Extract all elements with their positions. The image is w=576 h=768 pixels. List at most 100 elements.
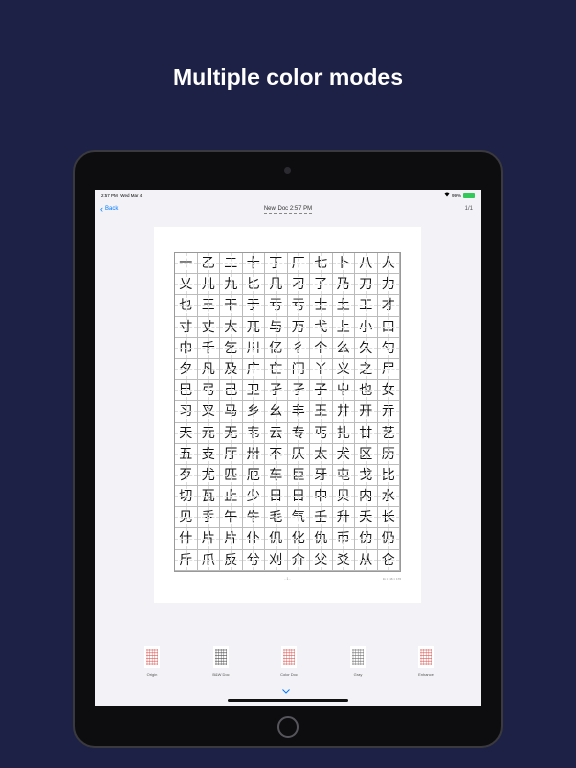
grid-cell: 片	[197, 528, 220, 550]
grid-cell: 毛	[265, 507, 288, 529]
grid-cell: 大	[220, 316, 243, 338]
grid-cell: 升	[332, 507, 355, 529]
grid-cell: 幺	[265, 401, 288, 423]
grid-cell: 比	[377, 464, 400, 487]
grid-cell: 干	[220, 295, 243, 317]
grid-cell: 也	[355, 380, 378, 402]
grid-cell: 支	[197, 443, 220, 465]
grid-cell: 兀	[242, 316, 265, 338]
grid-cell: 亏	[287, 295, 310, 317]
grid-cell: 片	[220, 528, 243, 550]
grid-row: 见手午牛毛气壬升夭长	[175, 507, 400, 529]
grid-cell: 于	[242, 295, 265, 317]
grid-cell: 丰	[287, 401, 310, 423]
grid-row: 寸丈大兀与万弋上小口	[175, 316, 400, 338]
home-button[interactable]	[277, 716, 299, 738]
mode-thumbnail	[418, 646, 434, 668]
grid-cell: 凡	[197, 358, 220, 381]
grid-row: 一乙二十丁厂七卜八人	[175, 253, 400, 275]
grid-cell: 水	[377, 486, 400, 508]
grid-cell: 寸	[175, 316, 198, 338]
grid-cell: 气	[287, 507, 310, 529]
grid-cell: 从	[355, 549, 378, 571]
grid-cell: 么	[332, 337, 355, 359]
grid-cell: 门	[287, 358, 310, 381]
grid-cell: 乂	[175, 274, 198, 296]
mode-option[interactable]: Color Doc	[269, 646, 309, 677]
wifi-icon	[444, 192, 450, 198]
grid-cell: 川	[242, 337, 265, 359]
grid-cell: 仉	[265, 528, 288, 550]
mode-option[interactable]: Origin	[132, 646, 172, 677]
mode-option[interactable]: Gray	[338, 646, 378, 677]
grid-cell: 无	[220, 422, 243, 444]
grid-cell: 了	[310, 274, 333, 296]
grid-cell: 女	[377, 380, 400, 402]
grid-cell: 义	[332, 358, 355, 381]
grid-cell: 切	[175, 486, 198, 508]
grid-cell: 廿	[355, 422, 378, 444]
grid-cell: 匕	[242, 274, 265, 296]
grid-cell: 仑	[377, 549, 400, 571]
grid-cell: 弓	[197, 380, 220, 402]
grid-cell: 亓	[377, 401, 400, 423]
grid-cell: 匹	[220, 464, 243, 487]
mode-label: Gray	[353, 672, 363, 677]
grid-cell: 卫	[242, 380, 265, 402]
grid-cell: 巳	[175, 380, 198, 402]
grid-cell: 士	[310, 295, 333, 317]
grid-cell: 上	[332, 316, 355, 338]
grid-cell: 亡	[265, 358, 288, 381]
grid-row: 巾千乞川亿彳个么久勺	[175, 337, 400, 359]
grid-cell: 太	[310, 443, 333, 465]
grid-row: 斤爪反兮刈介父爻从仑	[175, 549, 400, 571]
grid-cell: 乙	[197, 253, 220, 275]
grid-cell: 乃	[332, 274, 355, 296]
battery-icon	[463, 192, 475, 198]
grid-cell: 刀	[355, 274, 378, 296]
grid-cell: 王	[310, 401, 333, 423]
grid-row: 乂儿九匕几刁了乃刀力	[175, 274, 400, 296]
grid-cell: 屮	[332, 380, 355, 402]
grid-cell: 韦	[242, 422, 265, 444]
grid-cell: 艺	[377, 422, 400, 444]
grid-cell: 长	[377, 507, 400, 529]
grid-cell: 力	[377, 274, 400, 296]
grid-cell: 丫	[310, 358, 333, 381]
grid-cell: 车	[265, 464, 288, 487]
document-page[interactable]: 一乙二十丁厂七卜八人乂儿九匕几刁了乃刀力乜三干于亏亏士土工才寸丈大兀与万弋上小口…	[154, 227, 421, 603]
grid-cell: 孑	[287, 380, 310, 402]
page-counter: 1/1	[464, 206, 473, 212]
grid-cell: 少	[242, 486, 265, 508]
grid-cell: 父	[310, 549, 333, 571]
grid-cell: 夕	[175, 358, 198, 381]
mode-thumbnail	[213, 646, 229, 668]
grid-cell: 土	[332, 295, 355, 317]
grid-row: 天元无韦云专丐扎廿艺	[175, 422, 400, 444]
grid-cell: 夭	[355, 507, 378, 529]
doc-title[interactable]: New Doc 2:57 PM	[95, 206, 481, 214]
chevron-down-icon[interactable]	[282, 687, 290, 696]
grid-cell: 习	[175, 401, 198, 423]
grid-cell: 仄	[287, 443, 310, 465]
grid-cell: 扎	[332, 422, 355, 444]
grid-cell: 广	[242, 358, 265, 381]
grid-cell: 乜	[175, 295, 198, 317]
grid-cell: 介	[287, 549, 310, 571]
grid-cell: 巾	[175, 337, 198, 359]
character-grid: 一乙二十丁厂七卜八人乂儿九匕几刁了乃刀力乜三干于亏亏士土工才寸丈大兀与万弋上小口…	[174, 252, 401, 572]
page-meta: 11 × 16 × 176	[382, 577, 401, 581]
grid-cell: 万	[287, 316, 310, 338]
grid-cell: 久	[355, 337, 378, 359]
mode-option[interactable]: B&W Doc	[201, 646, 241, 677]
grid-cell: 井	[332, 401, 355, 423]
mode-option[interactable]: Enhance	[406, 646, 446, 677]
grid-cell: 化	[287, 528, 310, 550]
grid-cell: 弋	[310, 316, 333, 338]
grid-cell: 内	[355, 486, 378, 508]
grid-cell: 日	[287, 486, 310, 508]
grid-row: 习叉马乡幺丰王井开亓	[175, 401, 400, 423]
grid-cell: 及	[220, 358, 243, 381]
grid-cell: 巨	[287, 464, 310, 487]
grid-cell: 专	[287, 422, 310, 444]
